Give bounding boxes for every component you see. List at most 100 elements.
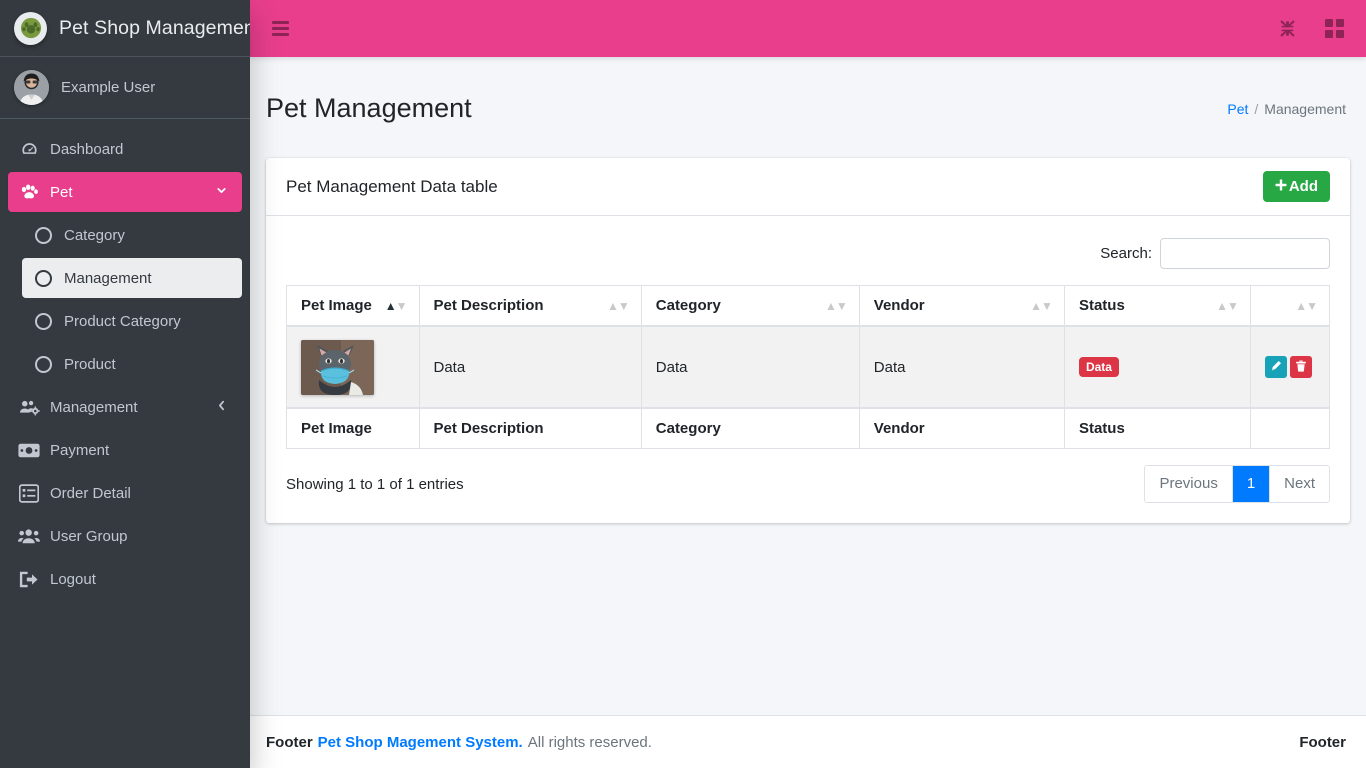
sidebar-item-label: Category: [64, 226, 125, 244]
column-header-vendor[interactable]: Vendor ▲ ▼: [858, 285, 1065, 328]
column-label: Vendor: [873, 297, 925, 315]
compress-arrows-icon[interactable]: [1278, 19, 1297, 38]
list-alt-icon: [16, 483, 42, 503]
sidebar-item-order-detail[interactable]: Order Detail: [8, 473, 242, 513]
search-label: Search:: [1100, 245, 1152, 263]
cell-category: Data: [640, 325, 860, 409]
column-label: Category: [655, 297, 721, 315]
sidebar-item-label: Product: [64, 355, 116, 373]
sidebar-item-product[interactable]: Product: [22, 344, 242, 384]
column-header-pet-description[interactable]: Pet Description ▲ ▼: [418, 285, 642, 328]
hamburger-icon[interactable]: [268, 17, 293, 40]
circle-icon: [30, 355, 56, 373]
grid-apps-icon[interactable]: [1325, 19, 1344, 38]
delete-button[interactable]: [1289, 356, 1312, 379]
sort-icon[interactable]: ▲ ▼: [825, 300, 848, 312]
content-wrapper: Pet Management Pet / Management Pet Manage…: [250, 57, 1366, 715]
topbar: [250, 0, 1366, 57]
footer-status: Status: [1063, 407, 1251, 450]
footer-link[interactable]: Pet Shop Magement System.: [318, 734, 523, 751]
sidebar-item-dashboard[interactable]: Dashboard: [8, 129, 242, 169]
pet-data-table: Pet Image ▲ ▼ Pet Description ▲ ▼ Category…: [286, 285, 1331, 450]
table-footer-row: Pet Image Pet Description Category Vendo…: [286, 407, 1331, 450]
footer-copyright: All rights reserved.: [527, 733, 652, 751]
cell-status: Data: [1063, 325, 1251, 409]
circle-icon: [30, 226, 56, 244]
search-row: Search:: [286, 228, 1330, 285]
page-title: Pet Management: [266, 93, 472, 124]
circle-icon: [30, 269, 56, 287]
sidebar-item-user-management[interactable]: Management: [8, 387, 242, 427]
users-cog-icon: [16, 398, 42, 417]
paw-logo-icon: [14, 11, 47, 45]
money-bill-icon: [16, 442, 42, 459]
column-header-pet-image[interactable]: Pet Image ▲ ▼: [286, 285, 420, 328]
table-foot: Pet Image Pet Description Category Vendo…: [286, 407, 1331, 450]
breadcrumb: Pet / Management: [1227, 101, 1346, 117]
card-title: Pet Management Data table: [286, 176, 498, 196]
sidebar-submenu-pet: Category Management Product Category Pro…: [8, 215, 242, 384]
table-body: Data Data Data Data: [286, 325, 1331, 409]
entries-info: Showing 1 to 1 of 1 entries: [286, 475, 464, 493]
edit-button[interactable]: [1264, 356, 1287, 379]
sidebar-item-label: User Group: [50, 527, 128, 545]
pagination-next[interactable]: Next: [1270, 466, 1329, 503]
sort-icon[interactable]: ▲ ▼: [607, 300, 630, 312]
footer-pet-description: Pet Description: [418, 407, 642, 450]
search-input[interactable]: [1160, 238, 1330, 270]
sort-icon[interactable]: ▲ ▼: [1030, 300, 1053, 312]
dashboard-icon: [16, 140, 42, 159]
user-name: Example User: [61, 79, 156, 96]
sidebar-item-label: Management: [64, 269, 152, 287]
sidebar-item-payment[interactable]: Payment: [8, 430, 242, 470]
main-area: Pet Management Pet / Management Pet Manage…: [250, 0, 1366, 768]
brand-header[interactable]: Pet Shop Management: [0, 0, 250, 57]
breadcrumb-separator: /: [1254, 100, 1259, 117]
sidebar-item-logout[interactable]: Logout: [8, 559, 242, 599]
sidebar-item-label: Logout: [50, 570, 96, 588]
status-badge: Data: [1078, 357, 1119, 378]
column-header-actions[interactable]: ▲ ▼: [1249, 285, 1331, 328]
sidebar-item-management[interactable]: Management: [22, 258, 242, 298]
users-icon: [16, 527, 42, 545]
app-root: Pet Shop Management Example User Dashboa…: [0, 0, 1366, 768]
user-panel[interactable]: Example User: [0, 57, 250, 119]
table-head: Pet Image ▲ ▼ Pet Description ▲ ▼ Category…: [286, 285, 1331, 328]
sidebar-item-user-group[interactable]: User Group: [8, 516, 242, 556]
row-actions: [1264, 356, 1315, 379]
sign-out-icon: [16, 570, 42, 589]
sidebar-item-category[interactable]: Category: [22, 215, 242, 255]
footer-label: Footer: [266, 733, 313, 751]
sidebar-item-pet[interactable]: Pet: [8, 172, 242, 212]
avatar: [14, 70, 49, 105]
page-footer: Footer Pet Shop Magement System. All rig…: [250, 715, 1366, 768]
footer-category: Category: [640, 407, 860, 450]
paw-icon: [16, 182, 42, 202]
table-header-row: Pet Image ▲ ▼ Pet Description ▲ ▼ Category…: [286, 285, 1331, 328]
footer-vendor: Vendor: [858, 407, 1065, 450]
page-header: Pet Management Pet / Management: [250, 57, 1366, 150]
sidebar-item-label: Pet: [50, 183, 73, 201]
column-header-status[interactable]: Status ▲ ▼: [1063, 285, 1251, 328]
table-row[interactable]: Data Data Data Data: [286, 325, 1331, 409]
trash-icon: [1295, 359, 1307, 376]
sidebar: Pet Shop Management Example User Dashboa…: [0, 0, 250, 768]
breadcrumb-parent[interactable]: Pet: [1227, 101, 1248, 117]
brand-title: Pet Shop Management: [59, 16, 250, 39]
sort-icon[interactable]: ▲ ▼: [385, 300, 408, 312]
sort-icon[interactable]: ▲ ▼: [1216, 300, 1239, 312]
pagination-previous[interactable]: Previous: [1145, 466, 1233, 503]
sort-icon[interactable]: ▲ ▼: [1295, 300, 1318, 312]
sidebar-nav: Dashboard Pet Category Management Produc…: [0, 119, 250, 599]
column-header-category[interactable]: Category ▲ ▼: [640, 285, 860, 328]
pagination-page-1[interactable]: 1: [1232, 466, 1271, 503]
footer-right-label: Footer: [1299, 733, 1346, 751]
sidebar-item-label: Order Detail: [50, 484, 131, 502]
sidebar-item-product-category[interactable]: Product Category: [22, 301, 242, 341]
circle-icon: [30, 312, 56, 330]
breadcrumb-current: Management: [1264, 100, 1346, 117]
cell-pet-image: [286, 325, 420, 409]
column-label: Pet Description: [433, 297, 544, 315]
card-body: Search: Pet Image ▲ ▼ Pet Description ▲ …: [266, 216, 1350, 523]
add-button[interactable]: Add: [1262, 171, 1330, 203]
